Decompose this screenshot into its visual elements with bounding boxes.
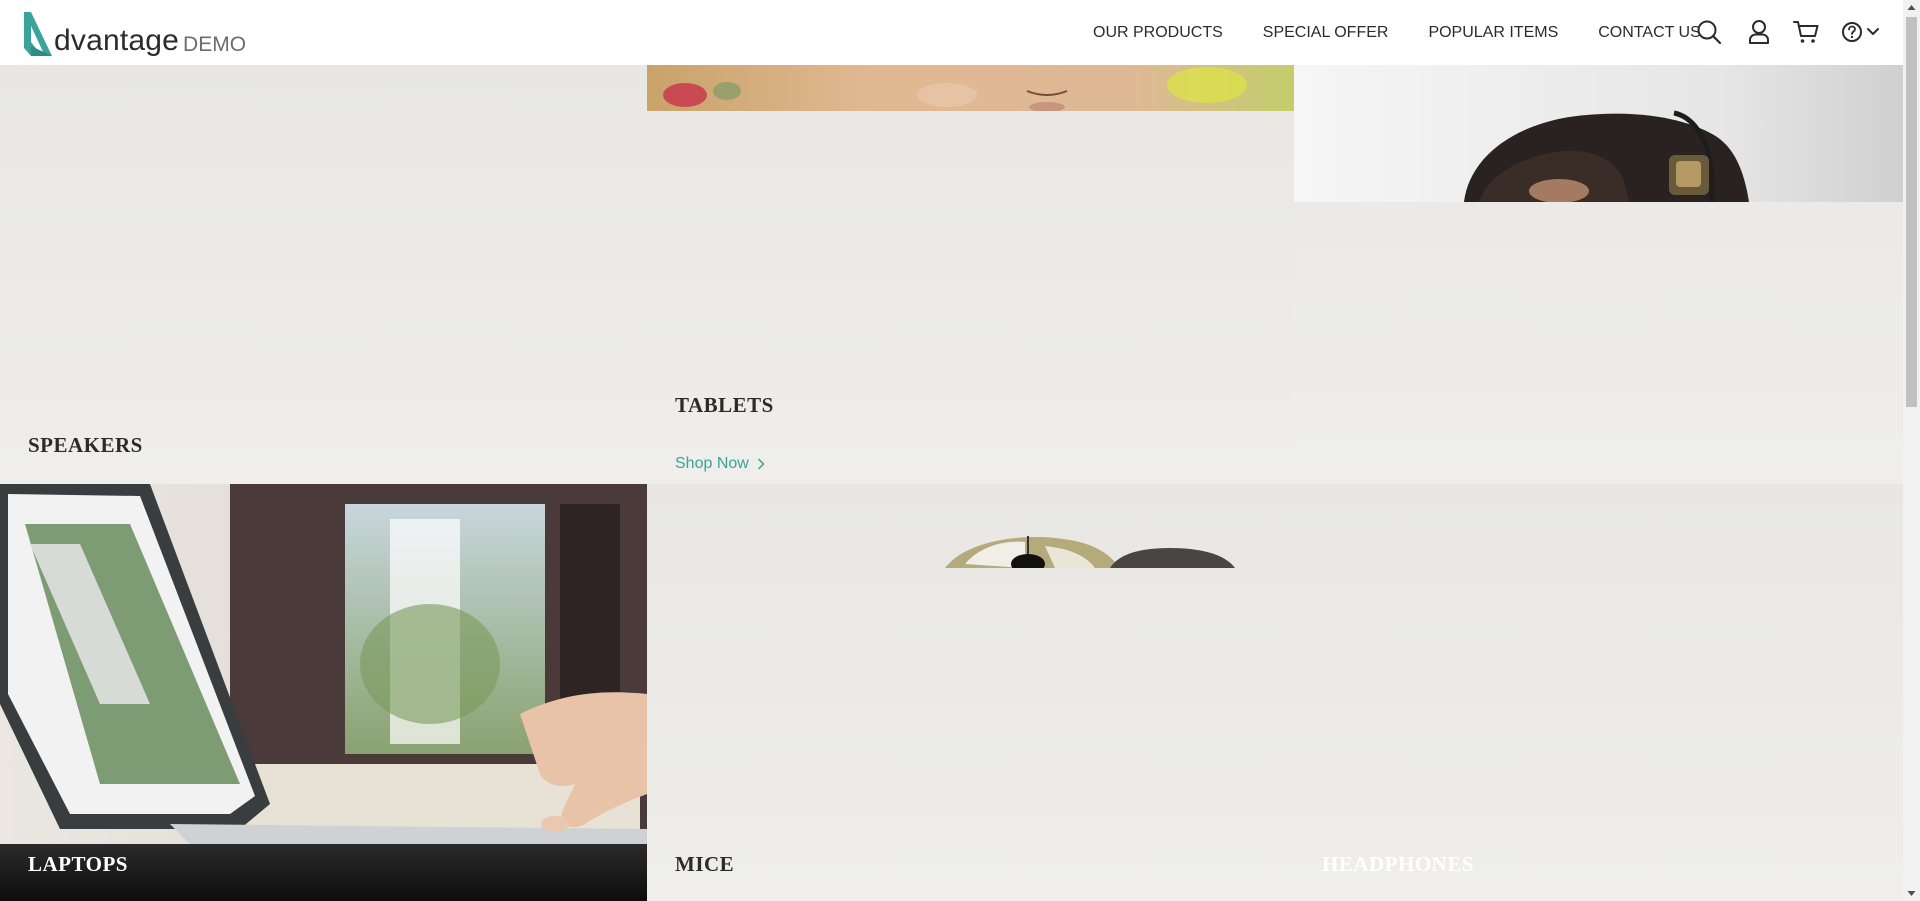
laptops-photo <box>0 484 647 901</box>
category-title-laptops: LAPTOPS <box>28 852 128 876</box>
cart-button[interactable] <box>1792 18 1820 46</box>
logo[interactable]: dvantage DEMO <box>22 10 246 56</box>
headphones-photo <box>1294 65 1903 202</box>
chevron-down-icon <box>1866 28 1879 35</box>
logo-suffix: DEMO <box>183 33 247 56</box>
category-title-tablets: TABLETS <box>675 393 774 417</box>
nav-our-products[interactable]: OUR PRODUCTS <box>1093 24 1223 42</box>
header: dvantage DEMO OUR PRODUCTS SPECIAL OFFER… <box>0 0 1903 65</box>
category-title-headphones-bottom: HEADPHONES <box>1322 852 1475 876</box>
user-icon <box>1749 20 1769 44</box>
cart-icon <box>1793 21 1819 43</box>
main-nav: OUR PRODUCTS SPECIAL OFFER POPULAR ITEMS… <box>1093 0 1701 65</box>
category-tile-tablets[interactable]: TABLETS Shop Now <box>647 65 1294 484</box>
category-tile-speakers[interactable]: SPEAKERS <box>0 65 647 484</box>
help-icon <box>1841 22 1862 42</box>
category-tile-mice[interactable]: MICE <box>647 484 1294 901</box>
scroll-up-arrow[interactable] <box>1903 0 1920 17</box>
category-tile-laptops[interactable]: LAPTOPS <box>0 484 647 901</box>
arrow-up-icon <box>1907 5 1916 10</box>
shop-now-label: Shop Now <box>675 455 749 472</box>
nav-contact-us[interactable]: CONTACT US <box>1598 24 1701 42</box>
search-button[interactable] <box>1695 18 1723 46</box>
search-icon <box>1697 20 1722 45</box>
category-tile-headphones[interactable]: HEADPHONES <box>1294 484 1903 901</box>
help-menu-button[interactable] <box>1840 18 1880 46</box>
arrow-down-icon <box>1907 891 1916 896</box>
shop-now-link[interactable]: Shop Now <box>675 455 765 473</box>
headphones-banner[interactable]: HEADPHONES <box>1294 65 1903 484</box>
tablets-photo <box>647 65 1294 111</box>
user-button[interactable] <box>1746 18 1772 46</box>
page: dvantage DEMO OUR PRODUCTS SPECIAL OFFER… <box>0 0 1920 901</box>
chevron-right-icon <box>757 458 765 470</box>
category-title-mice: MICE <box>675 852 735 876</box>
scroll-thumb[interactable] <box>1906 17 1917 407</box>
logo-brand: dvantage <box>54 24 180 57</box>
page-scrollbar[interactable] <box>1903 0 1920 901</box>
nav-special-offer[interactable]: SPECIAL OFFER <box>1263 24 1389 42</box>
scroll-down-arrow[interactable] <box>1903 884 1920 901</box>
nav-popular-items[interactable]: POPULAR ITEMS <box>1428 24 1558 42</box>
mice-photo <box>945 536 1235 568</box>
category-title-speakers: SPEAKERS <box>28 433 143 457</box>
logo-icon <box>24 12 52 56</box>
